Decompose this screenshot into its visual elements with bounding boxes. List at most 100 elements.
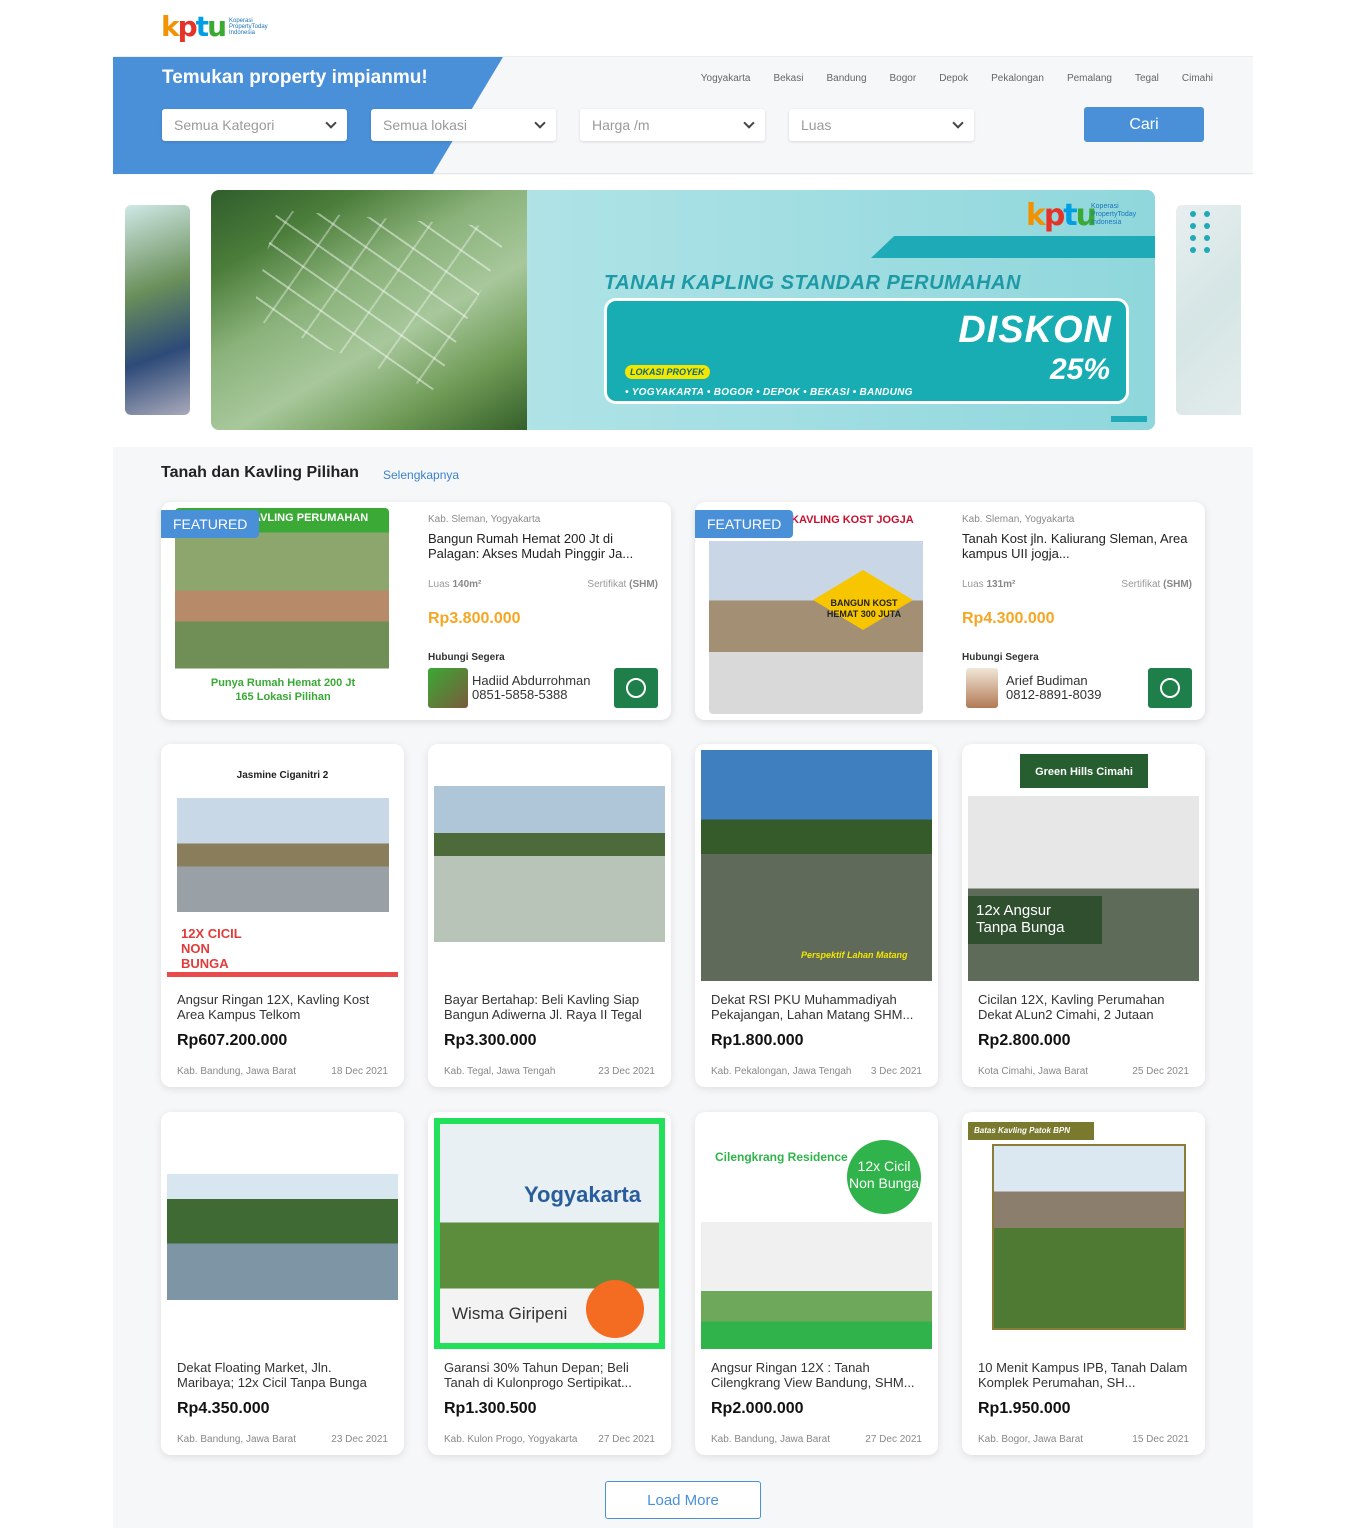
city-link[interactable]: Bekasi (773, 73, 803, 84)
listing-card[interactable]: Batas Kavling Patok BPN 10 Menit Kampus … (962, 1112, 1205, 1455)
thumb-caption-top: KAVLING KOST JOGJA (791, 514, 914, 526)
listing-card[interactable]: Jasmine Ciganitri 2 12X CICIL NON BUNGA … (161, 744, 404, 1087)
listing-title[interactable]: Bangun Rumah Hemat 200 Jt di Palagan: Ak… (428, 531, 658, 561)
listing-card[interactable]: Yogyakarta Wisma Giripeni Garansi 30% Ta… (428, 1112, 671, 1455)
price-select[interactable]: Harga /m (580, 109, 765, 141)
banner-lokasi-label: LOKASI PROYEK (625, 365, 710, 379)
listing-title[interactable]: Tanah Kost jln. Kaliurang Sleman, Area k… (962, 531, 1192, 561)
thumb-title: Jasmine Ciganitri 2 (236, 770, 329, 781)
listing-card[interactable]: Cilengkrang Residence 12x Cicil Non Bung… (695, 1112, 938, 1455)
listing-date: 27 Dec 2021 (865, 1434, 922, 1445)
chevron-down-icon (325, 116, 337, 129)
city-link[interactable]: Pemalang (1067, 73, 1112, 84)
city-link[interactable]: Bandung (826, 73, 866, 84)
featured-body: Kab. Sleman, Yogyakarta Tanah Kost jln. … (962, 514, 1192, 708)
featured-card[interactable]: KAVLING PERUMAHAN Punya Rumah Hemat 200 … (161, 502, 671, 720)
banner-bar (1111, 416, 1147, 422)
area-select[interactable]: Luas (789, 109, 974, 141)
listing-title[interactable]: Dekat RSI PKU Muhammadiyah Pekajangan, L… (711, 992, 925, 1022)
city-link[interactable]: Bogor (890, 73, 917, 84)
whatsapp-button[interactable] (614, 668, 658, 708)
listing-location: Kab. Sleman, Yogyakarta (428, 514, 541, 525)
top-navbar: kptu Koperasi PropertyToday Indonesia (113, 0, 1253, 57)
luas-value: 140m² (452, 579, 482, 590)
city-link[interactable]: Tegal (1135, 73, 1159, 84)
luas-value: 131m² (986, 579, 1016, 590)
listing-thumbnail: Green Hills Cimahi 12x Angsur Tanpa Bung… (968, 750, 1199, 981)
listing-location: Kab. Bandung, Jawa Barat (711, 1434, 830, 1445)
chevron-down-icon (952, 116, 964, 129)
banner-logo: kptu (1025, 198, 1097, 233)
thumb-caption: Wisma Giripeni (452, 1304, 568, 1323)
listing-location: Kab. Bandung, Jawa Barat (177, 1434, 296, 1445)
featured-badge: FEATURED (695, 510, 794, 538)
listing-price: Rp3.300.000 (444, 1032, 537, 1049)
listing-meta: Luas 140m² Sertifikat (SHM) (428, 579, 658, 590)
city-links: Yogyakarta Bekasi Bandung Bogor Depok Pe… (701, 73, 1213, 84)
listing-thumbnail: Perspektif Lahan Matang (701, 750, 932, 981)
listing-title[interactable]: 10 Menit Kampus IPB, Tanah Dalam Komplek… (978, 1360, 1192, 1390)
carousel-prev-slide[interactable] (125, 205, 190, 415)
listing-thumbnail (434, 750, 665, 981)
location-select[interactable]: Semua lokasi (371, 109, 556, 141)
sertifikat-value: (SHM) (1163, 579, 1192, 590)
thumb-caption: Perspektif Lahan Matang (801, 950, 908, 960)
logo-mark: kptu (161, 10, 227, 43)
category-select[interactable]: Semua Kategori (162, 109, 347, 141)
city-link[interactable]: Depok (939, 73, 968, 84)
load-more-button[interactable]: Load More (605, 1481, 761, 1519)
banner-cities: • YOGYAKARTA • BOGOR • DEPOK • BEKASI • … (625, 387, 913, 398)
area-select-value: Luas (801, 117, 832, 133)
listing-date: 25 Dec 2021 (1132, 1066, 1189, 1077)
search-button[interactable]: Cari (1084, 107, 1204, 142)
listing-card[interactable]: Dekat Floating Market, Jln. Maribaya; 12… (161, 1112, 404, 1455)
listing-thumbnail: Yogyakarta Wisma Giripeni (434, 1118, 665, 1349)
page: kptu Koperasi PropertyToday Indonesia Te… (113, 0, 1253, 1528)
listing-card[interactable]: Bayar Bertahap: Beli Kavling Siap Bangun… (428, 744, 671, 1087)
listing-price: Rp2.800.000 (978, 1032, 1071, 1049)
see-more-link[interactable]: Selengkapnya (383, 468, 459, 482)
listing-location: Kab. Bogor, Jawa Barat (978, 1434, 1084, 1445)
listing-card[interactable]: Perspektif Lahan Matang Dekat RSI PKU Mu… (695, 744, 938, 1087)
featured-thumbnail: KAVLING PERUMAHAN Punya Rumah Hemat 200 … (175, 508, 389, 714)
listing-card[interactable]: Green Hills Cimahi 12x Angsur Tanpa Bung… (962, 744, 1205, 1087)
contact-phone: 0812-8891-8039 (1006, 687, 1102, 702)
listing-location: Kab. Tegal, Jawa Tengah (444, 1066, 556, 1077)
featured-card[interactable]: KAVLING KOST JOGJA BANGUN KOST HEMAT 300… (695, 502, 1205, 720)
listing-date: 23 Dec 2021 (598, 1066, 655, 1077)
listing-meta: Luas 131m² Sertifikat (SHM) (962, 579, 1192, 590)
whatsapp-button[interactable] (1148, 668, 1192, 708)
listing-thumbnail: Cilengkrang Residence 12x Cicil Non Bung… (701, 1118, 932, 1349)
price-select-value: Harga /m (592, 117, 650, 133)
dots-decoration (1190, 211, 1212, 253)
listing-price: Rp4.350.000 (177, 1400, 270, 1417)
listing-date: 15 Dec 2021 (1132, 1434, 1189, 1445)
city-link[interactable]: Yogyakarta (701, 73, 751, 84)
listing-title[interactable]: Garansi 30% Tahun Depan; Beli Tanah di K… (444, 1360, 658, 1390)
banner-percent: 25% (1049, 353, 1110, 386)
contact-label: Hubungi Segera (962, 652, 1039, 663)
banner-logo-text: Koperasi PropertyToday Indonesia (1091, 203, 1137, 226)
logo-text: Koperasi PropertyToday Indonesia (229, 18, 268, 36)
featured-thumbnail: KAVLING KOST JOGJA BANGUN KOST HEMAT 300… (709, 508, 923, 714)
listing-title[interactable]: Cicilan 12X, Kavling Perumahan Dekat ALu… (978, 992, 1192, 1022)
listing-title[interactable]: Dekat Floating Market, Jln. Maribaya; 12… (177, 1360, 391, 1390)
contact-row: Arief Budiman 0812-8891-8039 (962, 668, 1192, 708)
sertifikat-label: Sertifikat (587, 579, 627, 590)
listing-title[interactable]: Angsur Ringan 12X, Kavling Kost Area Kam… (177, 992, 391, 1022)
city-link[interactable]: Pekalongan (991, 73, 1044, 84)
listing-date: 18 Dec 2021 (331, 1066, 388, 1077)
banner-slide[interactable]: kptu Koperasi PropertyToday Indonesia TA… (211, 190, 1155, 430)
location-select-value: Semua lokasi (383, 117, 468, 133)
featured-body: Kab. Sleman, Yogyakarta Bangun Rumah Hem… (428, 514, 658, 708)
listing-location: Kab. Sleman, Yogyakarta (962, 514, 1075, 525)
thumb-caption-bottom: BANGUN KOST HEMAT 300 JUTA (826, 598, 902, 619)
listing-title[interactable]: Bayar Bertahap: Beli Kavling Siap Bangun… (444, 992, 658, 1022)
listing-title[interactable]: Angsur Ringan 12X : Tanah Cilengkrang Vi… (711, 1360, 925, 1390)
carousel-next-slide[interactable] (1176, 205, 1241, 415)
listing-price: Rp1.950.000 (978, 1400, 1071, 1417)
thumb-caption-bottom: Punya Rumah Hemat 200 Jt 165 Lokasi Pili… (210, 677, 356, 703)
listing-date: 27 Dec 2021 (598, 1434, 655, 1445)
city-link[interactable]: Cimahi (1182, 73, 1213, 84)
site-logo[interactable]: kptu Koperasi PropertyToday Indonesia (161, 12, 277, 42)
